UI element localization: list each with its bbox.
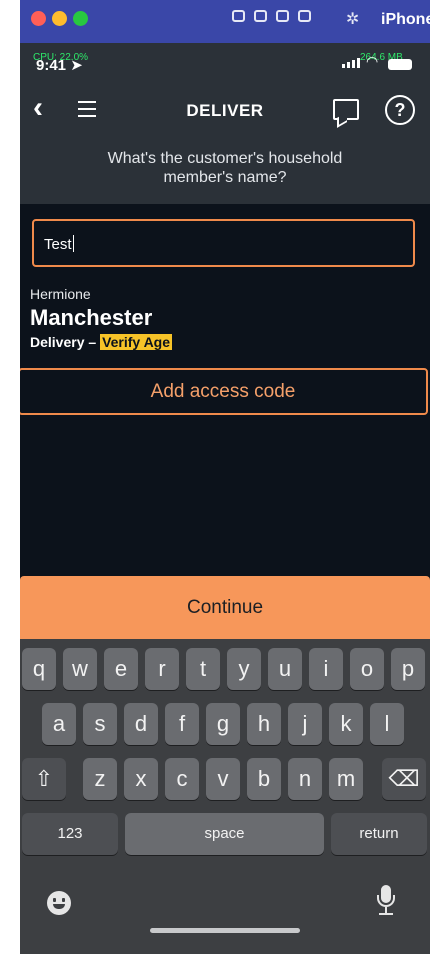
numbers-key[interactable]: 123 — [22, 813, 118, 855]
delivery-type: Delivery – Verify Age — [30, 334, 173, 350]
phone-screen: CPU: 22.0% 9:41 ➤ 264.6 MB ◠ ‹ DELIVER ?… — [20, 43, 430, 954]
customer-name: Hermione — [30, 286, 91, 302]
settings-icon[interactable]: ✲ — [346, 9, 359, 29]
key-i[interactable]: i — [309, 648, 343, 690]
verify-age-badge: Verify Age — [100, 334, 173, 350]
microphone-base — [379, 913, 393, 915]
address-street: Manchester — [30, 305, 153, 330]
emoji-icon[interactable] — [47, 891, 71, 915]
household-member-name-input[interactable]: Test — [32, 219, 415, 267]
home-indicator[interactable] — [150, 928, 300, 933]
on-screen-keyboard: q w e r t y u i o p a s d f g h j k l ⇧ … — [20, 639, 430, 954]
home-icon[interactable] — [276, 10, 289, 22]
key-q[interactable]: q — [22, 648, 56, 690]
continue-button[interactable]: Continue — [20, 576, 430, 639]
key-j[interactable]: j — [288, 703, 322, 745]
key-s[interactable]: s — [83, 703, 117, 745]
signal-icon — [342, 58, 360, 68]
key-h[interactable]: h — [247, 703, 281, 745]
key-w[interactable]: w — [63, 648, 97, 690]
key-l[interactable]: l — [370, 703, 404, 745]
add-access-code-button[interactable]: Add access code — [20, 368, 428, 415]
input-value: Test — [44, 236, 72, 253]
key-d[interactable]: d — [124, 703, 158, 745]
prompt-banner: What's the customer's household member's… — [20, 145, 430, 204]
key-a[interactable]: a — [42, 703, 76, 745]
battery-icon — [388, 59, 412, 70]
status-bar: CPU: 22.0% 9:41 ➤ 264.6 MB ◠ — [20, 43, 430, 74]
simulator-toolbar — [232, 10, 311, 22]
backspace-icon[interactable]: ⌫ — [382, 758, 426, 800]
microphone-icon[interactable] — [377, 885, 395, 907]
key-x[interactable]: x — [124, 758, 158, 800]
key-n[interactable]: n — [288, 758, 322, 800]
key-e[interactable]: e — [104, 648, 138, 690]
record-icon[interactable] — [254, 10, 267, 22]
return-key[interactable]: return — [331, 813, 427, 855]
zoom-window-button[interactable] — [73, 11, 88, 26]
key-o[interactable]: o — [350, 648, 384, 690]
key-k[interactable]: k — [329, 703, 363, 745]
wifi-icon: ◠ — [366, 53, 379, 69]
key-u[interactable]: u — [268, 648, 302, 690]
chat-bubble-icon[interactable] — [333, 99, 359, 120]
address-block: Hermione Manchester Delivery – Verify Ag… — [30, 286, 173, 350]
rotate-icon[interactable] — [298, 10, 311, 22]
delivery-type-label: Delivery – — [30, 334, 101, 350]
key-z[interactable]: z — [83, 758, 117, 800]
key-r[interactable]: r — [145, 648, 179, 690]
text-caret — [72, 235, 74, 252]
key-c[interactable]: c — [165, 758, 199, 800]
simulator-titlebar: ✲ iPhone — [20, 0, 434, 43]
space-key[interactable]: space — [125, 813, 324, 855]
prompt-text: What's the customer's household member's… — [107, 150, 343, 186]
key-g[interactable]: g — [206, 703, 240, 745]
key-m[interactable]: m — [329, 758, 363, 800]
camera-icon[interactable] — [232, 10, 245, 22]
key-f[interactable]: f — [165, 703, 199, 745]
key-y[interactable]: y — [227, 648, 261, 690]
page-title: DELIVER — [186, 101, 264, 120]
key-t[interactable]: t — [186, 648, 220, 690]
status-time: 9:41 ➤ — [36, 57, 83, 74]
key-p[interactable]: p — [391, 648, 425, 690]
minimize-window-button[interactable] — [52, 11, 67, 26]
key-v[interactable]: v — [206, 758, 240, 800]
close-window-button[interactable] — [31, 11, 46, 26]
app-header: ‹ DELIVER ? — [20, 73, 430, 145]
help-icon[interactable]: ? — [385, 95, 415, 125]
key-b[interactable]: b — [247, 758, 281, 800]
shift-icon[interactable]: ⇧ — [22, 758, 66, 800]
simulator-title: iPhone — [381, 11, 434, 28]
